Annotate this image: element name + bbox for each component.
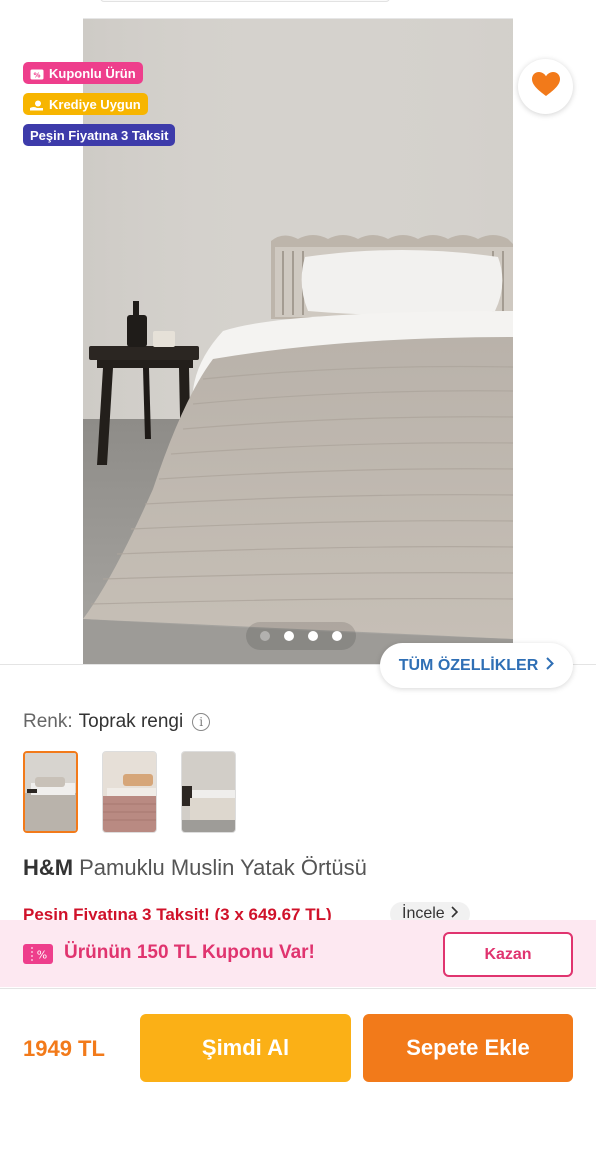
coupon-banner-text: Ürünün 150 TL Kuponu Var! [64, 942, 315, 963]
product-title: H&M Pamuklu Muslin Yatak Örtüsü [23, 855, 367, 881]
ticket-icon: % [23, 944, 53, 964]
color-swatch-earth[interactable] [23, 751, 78, 833]
hand-coin-icon [30, 99, 44, 110]
coupon-badge: % Kuponlu Ürün [23, 62, 143, 84]
pagination-dot[interactable] [332, 631, 342, 641]
color-swatch-rose[interactable] [102, 751, 157, 833]
credit-badge: Krediye Uygun [23, 93, 148, 115]
coupon-banner: % Ürünün 150 TL Kuponu Var! Kazan [0, 920, 596, 987]
color-value: Toprak rengi [78, 711, 184, 732]
chevron-right-icon [546, 656, 555, 675]
buy-now-button[interactable]: Şimdi Al [140, 1014, 351, 1082]
footer-divider [0, 988, 596, 989]
svg-text:%: % [33, 71, 40, 79]
coupon-badge-label: Kuponlu Ürün [49, 65, 136, 81]
color-label: Renk: [23, 711, 73, 732]
add-to-cart-button[interactable]: Sepete Ekle [363, 1014, 573, 1082]
product-name: Pamuklu Muslin Yatak Örtüsü [79, 855, 367, 880]
heart-icon [531, 71, 560, 102]
product-gallery[interactable]: % Kuponlu Ürün Krediye Uygun Peşin Fiyat… [0, 19, 596, 664]
pagination-dot[interactable] [260, 631, 270, 641]
favorite-button[interactable] [518, 59, 573, 114]
color-swatch-cream[interactable] [181, 751, 236, 833]
all-specs-label: TÜM ÖZELLİKLER [398, 656, 539, 674]
all-specs-button[interactable]: TÜM ÖZELLİKLER [380, 643, 573, 688]
product-badges: % Kuponlu Ürün Krediye Uygun Peşin Fiyat… [23, 62, 176, 146]
claim-coupon-button[interactable]: Kazan [443, 932, 573, 977]
pagination-dot[interactable] [284, 631, 294, 641]
info-icon[interactable]: i [192, 713, 211, 731]
top-drag-handle [100, 0, 390, 2]
pagination-dot[interactable] [308, 631, 318, 641]
color-swatches [23, 751, 236, 833]
credit-badge-label: Krediye Uygun [49, 96, 141, 112]
gallery-pagination [246, 622, 356, 650]
installment-badge: Peşin Fiyatına 3 Taksit [23, 124, 176, 146]
color-selector-header: Renk: Toprak rengi i [23, 711, 211, 733]
product-brand[interactable]: H&M [23, 855, 73, 880]
installment-badge-label: Peşin Fiyatına 3 Taksit [30, 127, 169, 143]
product-price: 1949 TL [23, 1036, 105, 1061]
svg-text:%: % [37, 949, 47, 962]
ticket-icon: % [30, 68, 44, 79]
